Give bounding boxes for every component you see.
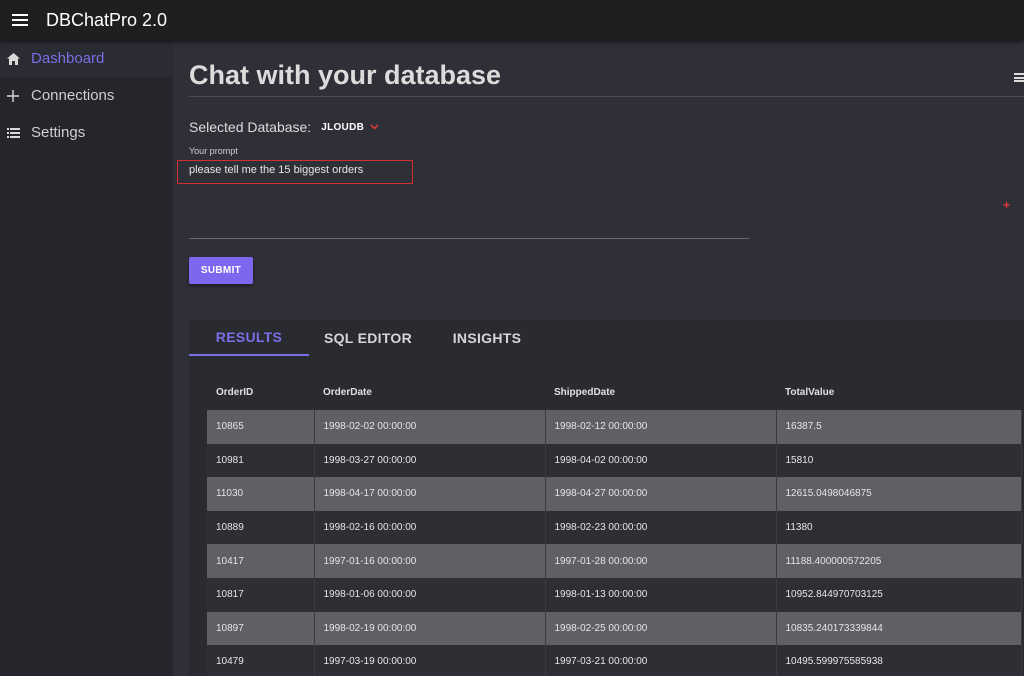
results-panel: RESULTS SQL EDITOR INSIGHTS OrderID Orde… (189, 320, 1024, 676)
tab-insights[interactable]: INSIGHTS (427, 320, 547, 356)
cell-totalvalue: 10495.599975585938 (776, 645, 1022, 676)
prompt-label: Your prompt (189, 146, 238, 156)
results-table: OrderID OrderDate ShippedDate TotalValue… (207, 374, 1022, 676)
table-row: 10817 1998-01-06 00:00:00 1998-01-13 00:… (207, 577, 1022, 612)
home-icon (6, 52, 20, 66)
cell-orderdate: 1998-03-27 00:00:00 (314, 443, 546, 478)
cell-shippeddate: 1998-02-12 00:00:00 (545, 410, 777, 444)
cell-shippeddate: 1997-01-28 00:00:00 (545, 544, 777, 578)
column-header-shippeddate[interactable]: ShippedDate (545, 374, 776, 410)
tab-sql-editor[interactable]: SQL EDITOR (309, 320, 427, 356)
cell-totalvalue: 10952.844970703125 (776, 577, 1022, 612)
add-icon[interactable]: + (1003, 198, 1010, 212)
table-header-row: OrderID OrderDate ShippedDate TotalValue (207, 374, 1021, 410)
main-content: Chat with your database Selected Databas… (173, 40, 1024, 676)
cell-totalvalue: 15810 (776, 443, 1022, 478)
sidebar-item-settings[interactable]: Settings (0, 114, 173, 151)
tab-results[interactable]: RESULTS (189, 320, 309, 356)
sidebar-item-dashboard[interactable]: Dashboard (0, 40, 173, 77)
table-row: 10865 1998-02-02 00:00:00 1998-02-12 00:… (207, 410, 1022, 444)
sidebar-item-connections[interactable]: Connections (0, 77, 173, 114)
cell-totalvalue: 11188.400000572205 (776, 544, 1022, 578)
plus-icon (6, 89, 20, 103)
hamburger-menu-icon[interactable] (12, 14, 28, 26)
column-header-totalvalue[interactable]: TotalValue (776, 374, 1021, 410)
sidebar: Dashboard Connections Settings (0, 40, 173, 676)
cell-totalvalue: 12615.0498046875 (776, 477, 1022, 511)
title-divider (189, 96, 1024, 97)
cell-orderid: 10817 (207, 577, 315, 612)
cell-totalvalue: 16387.5 (776, 410, 1022, 444)
table-row: 10897 1998-02-19 00:00:00 1998-02-25 00:… (207, 611, 1022, 646)
app-bar: DBChatPro 2.0 (0, 0, 1024, 40)
sidebar-item-label: Dashboard (31, 50, 105, 67)
chevron-down-icon (370, 124, 379, 130)
table-row: 10417 1997-01-16 00:00:00 1997-01-28 00:… (207, 544, 1022, 578)
cell-orderdate: 1998-02-02 00:00:00 (314, 410, 546, 444)
sidebar-item-label: Connections (31, 87, 115, 104)
cell-shippeddate: 1998-04-27 00:00:00 (545, 477, 777, 511)
cell-orderid: 11030 (207, 477, 315, 511)
table-row: 11030 1998-04-17 00:00:00 1998-04-27 00:… (207, 477, 1022, 511)
cell-orderid: 10897 (207, 611, 315, 646)
cell-orderdate: 1997-01-16 00:00:00 (314, 544, 546, 578)
results-table-container: OrderID OrderDate ShippedDate TotalValue… (207, 374, 1022, 676)
cell-shippeddate: 1997-03-21 00:00:00 (545, 645, 777, 676)
database-select[interactable]: JLOUDB (321, 122, 379, 133)
column-header-orderid[interactable]: OrderID (207, 374, 314, 410)
table-row: 10981 1998-03-27 00:00:00 1998-04-02 00:… (207, 443, 1022, 478)
cell-orderid: 10865 (207, 410, 315, 444)
table-row: 10889 1998-02-16 00:00:00 1998-02-23 00:… (207, 510, 1022, 545)
cell-shippeddate: 1998-02-25 00:00:00 (545, 611, 777, 646)
cell-orderid: 10981 (207, 443, 315, 478)
submit-button[interactable]: SUBMIT (189, 257, 253, 284)
cell-orderid: 10889 (207, 510, 315, 545)
prompt-input-text[interactable]: please tell me the 15 biggest orders (189, 164, 363, 176)
cell-orderdate: 1998-04-17 00:00:00 (314, 477, 546, 511)
menu-icon[interactable] (1014, 73, 1024, 82)
cell-shippeddate: 1998-01-13 00:00:00 (545, 577, 777, 612)
cell-orderdate: 1998-02-19 00:00:00 (314, 611, 546, 646)
page-title: Chat with your database (189, 60, 502, 90)
cell-orderid: 10417 (207, 544, 315, 578)
cell-orderdate: 1998-01-06 00:00:00 (314, 577, 546, 612)
database-selector-row: Selected Database: JLOUDB (189, 119, 379, 135)
app-title: DBChatPro 2.0 (46, 9, 168, 30)
database-select-value: JLOUDB (321, 121, 365, 133)
cell-orderid: 10479 (207, 645, 315, 676)
tab-bar: RESULTS SQL EDITOR INSIGHTS (189, 320, 547, 356)
cell-orderdate: 1997-03-19 00:00:00 (314, 645, 546, 676)
column-header-orderdate[interactable]: OrderDate (314, 374, 545, 410)
prompt-textarea[interactable] (189, 184, 749, 239)
sidebar-item-label: Settings (31, 124, 86, 141)
cell-orderdate: 1998-02-16 00:00:00 (314, 510, 546, 545)
cell-shippeddate: 1998-02-23 00:00:00 (545, 510, 777, 545)
list-icon (6, 126, 20, 140)
cell-shippeddate: 1998-04-02 00:00:00 (545, 443, 777, 478)
database-label: Selected Database: (189, 119, 312, 135)
table-row: 10479 1997-03-19 00:00:00 1997-03-21 00:… (207, 645, 1022, 676)
cell-totalvalue: 10835.240173339844 (776, 611, 1022, 646)
cell-totalvalue: 11380 (776, 510, 1022, 545)
